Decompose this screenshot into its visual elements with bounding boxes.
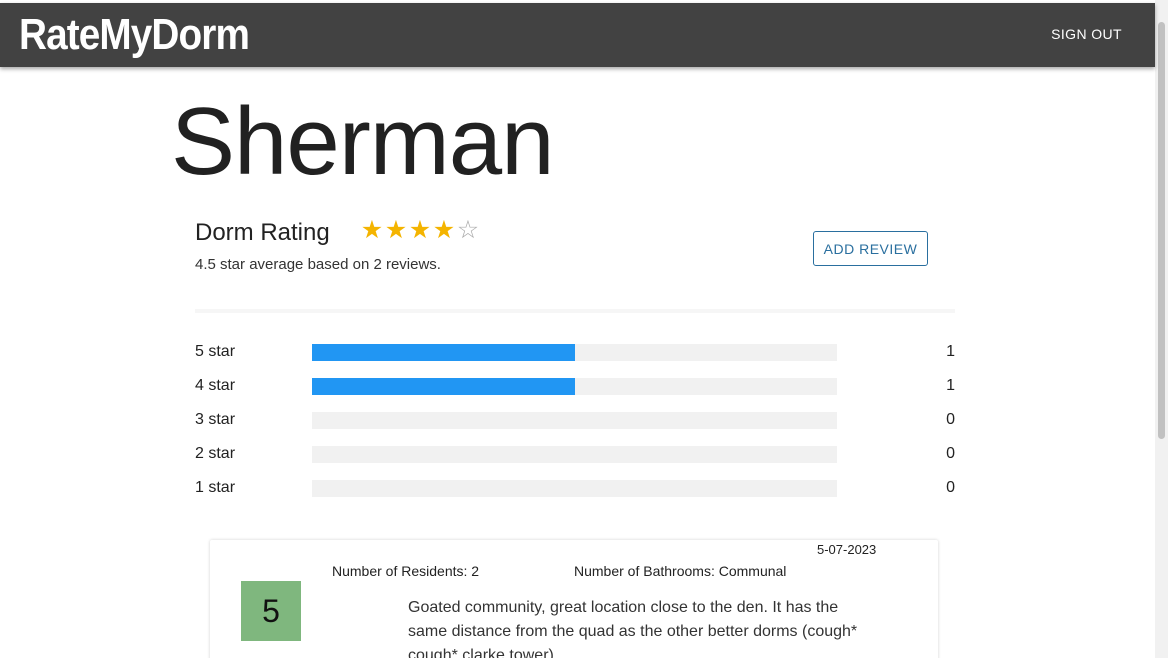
dorm-rating-heading: Dorm Rating	[195, 219, 330, 246]
distribution-row-3: 3 star 0	[195, 410, 955, 430]
distribution-bar-track	[312, 344, 837, 361]
distribution-row-5: 5 star 1	[195, 342, 955, 362]
divider	[195, 309, 955, 313]
distribution-count: 1	[946, 343, 955, 360]
distribution-bar-track	[312, 446, 837, 463]
star-rating: ★ ★ ★ ★ ☆	[360, 215, 480, 245]
distribution-row-4: 4 star 1	[195, 376, 955, 396]
distribution-count: 0	[946, 445, 955, 462]
star-filled-icon: ★	[408, 215, 432, 244]
brand-logo[interactable]: RateMyDorm	[19, 10, 250, 60]
review-score-badge: 5	[241, 581, 301, 641]
sign-out-button[interactable]: SIGN OUT	[1051, 24, 1122, 44]
app-bar: RateMyDorm SIGN OUT	[0, 3, 1155, 67]
dorm-name-title: Sherman	[171, 88, 555, 195]
scrollbar-thumb[interactable]	[1158, 22, 1165, 439]
review-residents: Number of Residents: 2	[332, 563, 480, 579]
average-rating-text: 4.5 star average based on 2 reviews.	[195, 256, 441, 273]
distribution-bar-track	[312, 480, 837, 497]
distribution-label: 5 star	[195, 343, 236, 360]
review-bathrooms: Number of Bathrooms: Communal	[574, 563, 787, 579]
star-filled-icon: ★	[432, 215, 456, 244]
add-review-button[interactable]: ADD REVIEW	[813, 231, 928, 266]
review-card: 5-07-2023 Number of Residents: 2 Number …	[210, 540, 938, 658]
star-empty-icon: ☆	[456, 215, 480, 244]
distribution-bar-fill	[312, 344, 575, 361]
distribution-row-2: 2 star 0	[195, 444, 955, 464]
distribution-count: 0	[946, 479, 955, 496]
distribution-label: 1 star	[195, 479, 236, 496]
vertical-scrollbar[interactable]	[1155, 0, 1168, 658]
star-filled-icon: ★	[384, 215, 408, 244]
page: RateMyDorm SIGN OUT Sherman Dorm Rating …	[0, 0, 1168, 658]
distribution-row-1: 1 star 0	[195, 478, 955, 498]
review-date: 5-07-2023	[817, 542, 877, 557]
distribution-count: 1	[946, 377, 955, 394]
distribution-count: 0	[946, 411, 955, 428]
distribution-label: 4 star	[195, 377, 236, 394]
distribution-bar-fill	[312, 378, 575, 395]
star-filled-icon: ★	[360, 215, 384, 244]
review-text: Goated community, great location close t…	[408, 599, 858, 658]
distribution-label: 2 star	[195, 445, 236, 462]
distribution-bar-track	[312, 412, 837, 429]
distribution-bar-track	[312, 378, 837, 395]
distribution-label: 3 star	[195, 411, 236, 428]
